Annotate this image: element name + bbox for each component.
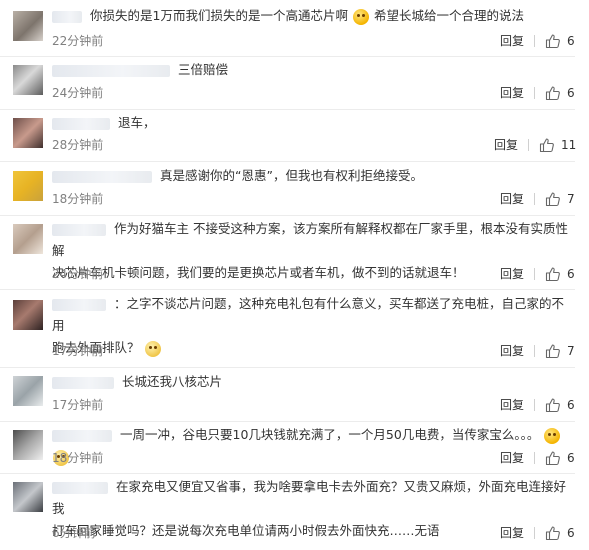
comment-time: 18分钟前 (52, 192, 104, 206)
like-count: 6 (567, 34, 575, 48)
reply-button[interactable]: 回复 (494, 136, 518, 154)
comment-text: 你损失的是1万而我们损失的是一个高通芯片啊 (90, 8, 348, 23)
comment-time: 18分钟前 (52, 451, 104, 465)
divider (534, 193, 535, 205)
like-count: 11 (561, 138, 577, 152)
comment-time: 22分钟前 (52, 34, 104, 48)
sweat-smile-emoji-icon (352, 8, 369, 25)
avatar[interactable] (13, 300, 43, 330)
comment-item: 作为好猫车主 不接受这种方案，该方案所有解释权都在厂家手里，根本没有实质性解 决… (0, 216, 589, 290)
comment-item: 在家充电又便宜又省事，我为啥要拿电卡去外面充？又贵又麻烦，外面充电连接好我 打车… (0, 474, 589, 550)
avatar[interactable] (13, 376, 43, 406)
username-redacted[interactable] (52, 223, 106, 236)
thumbs-up-icon (539, 138, 554, 153)
avatar[interactable] (13, 118, 43, 148)
thumbs-up-icon (545, 398, 560, 413)
comment-text: 一周一冲，谷电只要10几块钱就充满了，一个月50几电费，当传家宝么。。。 (120, 427, 540, 442)
divider (534, 452, 535, 464)
comment-text: 真是感谢你的“恩惠”，但我也有权利拒绝接受。 (160, 168, 423, 183)
comment-text: 在家充电又便宜又省事，我为啥要拿电卡去外面充？又贵又麻烦，外面充电连接好我 (52, 479, 567, 516)
comment-item: 一周一冲，谷电只要10几块钱就充满了，一个月50几电费，当传家宝么。。。 18分… (0, 422, 589, 474)
like-count: 6 (567, 86, 575, 100)
thumbs-up-icon (545, 451, 560, 466)
thumbs-up-icon (545, 267, 560, 282)
username-redacted[interactable] (52, 376, 114, 389)
reply-button[interactable]: 回复 (500, 84, 524, 102)
divider (534, 87, 535, 99)
comment-text: 作为好猫车主 不接受这种方案，该方案所有解释权都在厂家手里，根本没有实质性解 (52, 221, 568, 258)
comment-list: 你损失的是1万而我们损失的是一个高通芯片啊 希望长城给一个合理的说法 22分钟前… (0, 0, 589, 550)
reply-button[interactable]: 回复 (500, 449, 524, 467)
comment-text: 退车， (118, 115, 156, 130)
comment-item: ：之字不谈芯片问题，这种充电礼包有什么意义，买车都送了充电桩，自己家的不用 跑去… (0, 290, 589, 368)
reply-button[interactable]: 回复 (500, 342, 524, 360)
avatar[interactable] (13, 224, 43, 254)
thumbs-up-icon (545, 526, 560, 541)
avatar[interactable] (13, 171, 43, 201)
username-redacted[interactable] (52, 64, 170, 77)
comment-time: 24分钟前 (52, 86, 104, 100)
like-count: 6 (567, 267, 575, 281)
comment-text: 长城还我八核芯片 (122, 374, 223, 389)
reply-button[interactable]: 回复 (500, 396, 524, 414)
avatar[interactable] (13, 11, 43, 41)
thumbs-up-icon (545, 86, 560, 101)
username-redacted[interactable] (52, 429, 112, 442)
divider (534, 527, 535, 539)
laugh-cry-emoji-icon (544, 427, 561, 444)
username-redacted[interactable] (52, 117, 110, 130)
comment-text-continued: 希望长城给一个合理的说法 (373, 8, 524, 23)
thumbs-up-icon (545, 344, 560, 359)
reply-button[interactable]: 回复 (500, 32, 524, 50)
avatar[interactable] (13, 482, 43, 512)
username-redacted[interactable] (52, 298, 106, 311)
divider (534, 399, 535, 411)
username-redacted[interactable] (52, 10, 82, 23)
comment-item: 长城还我八核芯片 17分钟前 回复 6 (0, 368, 589, 422)
reply-button[interactable]: 回复 (500, 524, 524, 542)
comment-item: 三倍赔偿 24分钟前 回复 6 (0, 57, 589, 110)
comment-text: 三倍赔偿 (178, 62, 229, 77)
divider (528, 139, 529, 151)
comment-time: 17分钟前 (52, 344, 104, 358)
divider (534, 345, 535, 357)
like-count: 7 (567, 344, 575, 358)
comment-time: 17分钟前 (52, 398, 104, 412)
thumbs-up-icon (545, 34, 560, 49)
divider (534, 268, 535, 280)
divider (534, 35, 535, 47)
comment-item: 你损失的是1万而我们损失的是一个高通芯片啊 希望长城给一个合理的说法 22分钟前… (0, 0, 589, 57)
comment-time: 6分钟前 (52, 526, 96, 540)
thumbs-up-icon (545, 192, 560, 207)
avatar[interactable] (13, 430, 43, 460)
comment-item: 退车， 28分钟前 回复 11 (0, 110, 589, 162)
reply-button[interactable]: 回复 (500, 265, 524, 283)
like-count: 7 (567, 192, 575, 206)
like-count: 6 (567, 451, 575, 465)
like-count: 6 (567, 398, 575, 412)
reply-button[interactable]: 回复 (500, 190, 524, 208)
username-redacted[interactable] (52, 170, 152, 183)
comment-time: 28分钟前 (52, 138, 104, 152)
avatar[interactable] (13, 65, 43, 95)
like-count: 6 (567, 526, 575, 540)
comment-time: 24分钟前 (52, 267, 104, 281)
username-redacted[interactable] (52, 481, 108, 494)
comment-item: 真是感谢你的“恩惠”，但我也有权利拒绝接受。 18分钟前 回复 7 (0, 162, 589, 216)
comment-text: ：之字不谈芯片问题，这种充电礼包有什么意义，买车都送了充电桩，自己家的不用 (52, 296, 565, 333)
